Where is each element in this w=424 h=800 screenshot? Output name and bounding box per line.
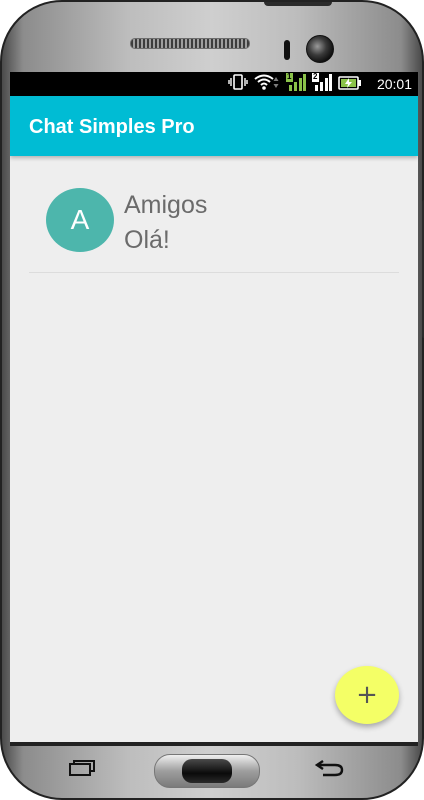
chat-last-message: Olá!: [124, 226, 170, 254]
vibrate-icon: [228, 74, 248, 94]
back-button[interactable]: [306, 754, 354, 786]
earpiece-speaker: [130, 38, 250, 49]
chat-list-item[interactable]: A Amigos Olá!: [10, 156, 418, 272]
signal-sim1-icon: 1: [286, 72, 306, 95]
plus-icon: +: [356, 680, 378, 710]
list-divider: [29, 272, 399, 273]
signal-sim2-icon: 2: [312, 72, 332, 95]
status-icons: 1 2: [228, 72, 362, 95]
app-title: Chat Simples Pro: [29, 116, 195, 138]
screen: 1 2 20:01 Chat Simples Pro A Amigos Olá!…: [10, 72, 418, 742]
home-button-center: [182, 759, 232, 783]
new-chat-button[interactable]: +: [335, 666, 399, 724]
app-toolbar: Chat Simples Pro: [10, 96, 418, 156]
wifi-icon: [254, 74, 280, 94]
recent-apps-button[interactable]: [58, 754, 106, 786]
home-button[interactable]: [154, 754, 260, 788]
back-icon: [314, 758, 345, 782]
status-bar: 1 2 20:01: [10, 72, 418, 96]
sim1-label: 1: [287, 72, 292, 81]
battery-charging-icon: [338, 75, 362, 94]
phone-frame: 1 2 20:01 Chat Simples Pro A Amigos Olá!…: [0, 0, 424, 800]
proximity-sensor: [284, 40, 290, 60]
front-camera: [306, 35, 334, 63]
screen-bottom-edge: [10, 742, 418, 746]
power-button: [264, 2, 332, 6]
chat-name: Amigos: [124, 191, 208, 219]
status-time: 20:01: [376, 76, 412, 92]
chat-list: A Amigos Olá! +: [10, 156, 418, 742]
sim2-label: 2: [313, 72, 318, 81]
avatar-letter: A: [70, 204, 90, 235]
avatar: A: [46, 188, 114, 252]
recent-apps-icon: [68, 759, 96, 781]
